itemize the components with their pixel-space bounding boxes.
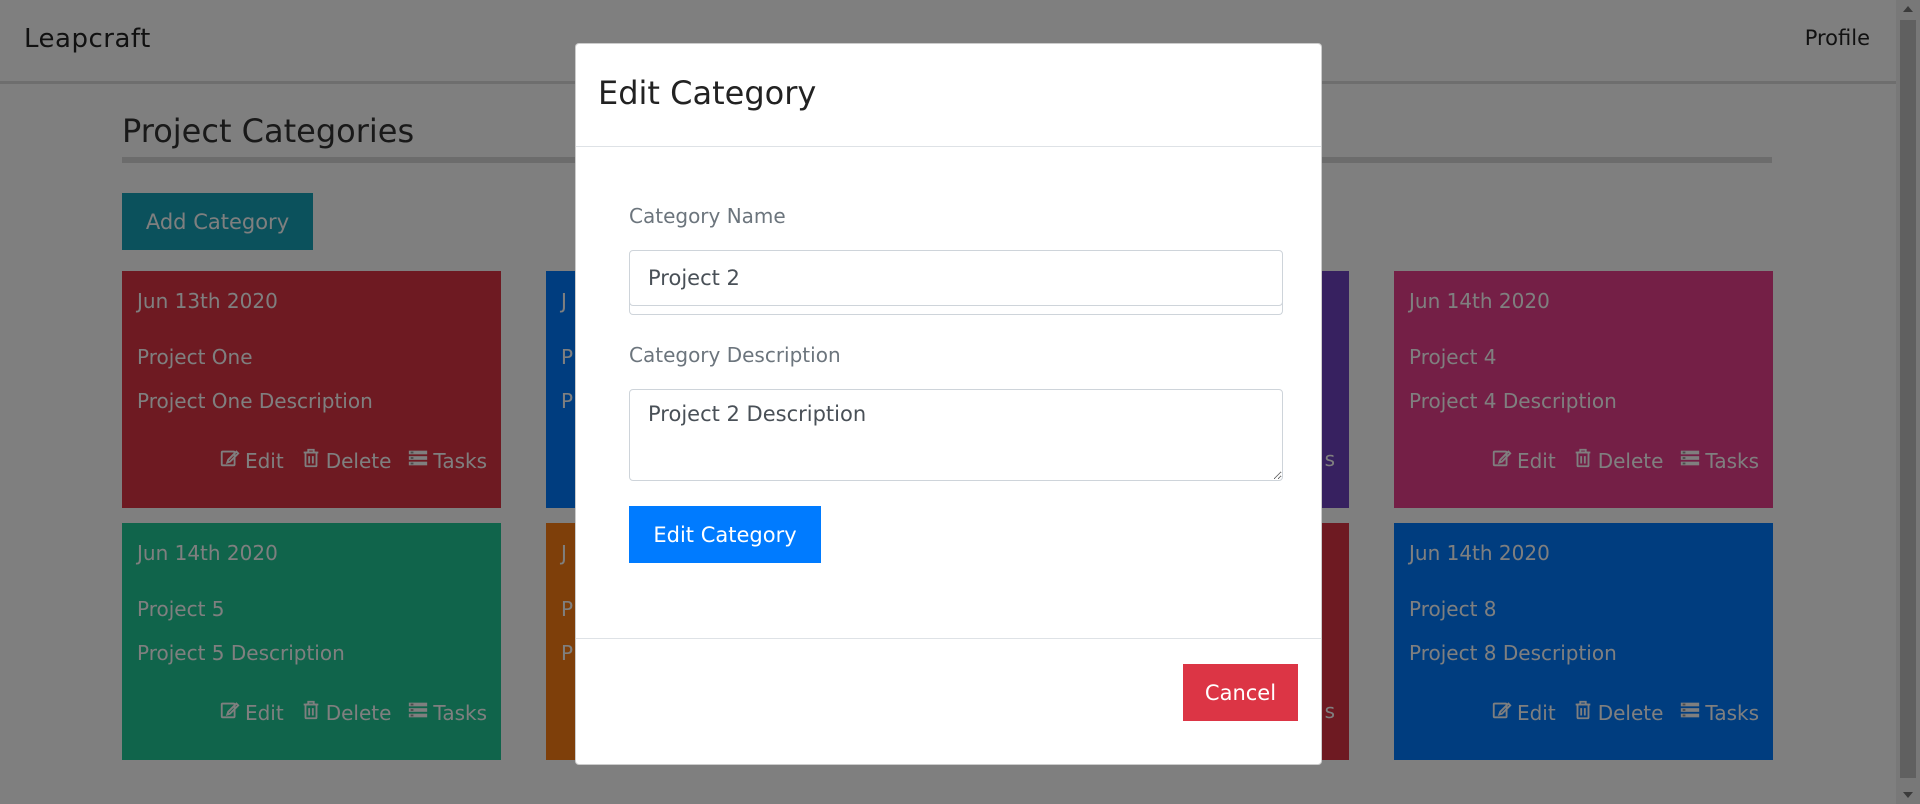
category-name-label: Category Name [629, 204, 786, 228]
modal-header: Edit Category [576, 44, 1321, 147]
edit-category-submit-button[interactable]: Edit Category [629, 506, 821, 563]
category-description-textarea[interactable]: Project 2 Description [629, 389, 1283, 481]
edit-category-modal: Edit Category Category Name Category Des… [575, 43, 1322, 765]
modal-title: Edit Category [598, 74, 817, 112]
cancel-button[interactable]: Cancel [1183, 664, 1298, 721]
input-underline [629, 301, 1283, 315]
modal-footer-divider [576, 638, 1321, 639]
category-name-input[interactable] [629, 250, 1283, 306]
category-description-label: Category Description [629, 343, 841, 367]
